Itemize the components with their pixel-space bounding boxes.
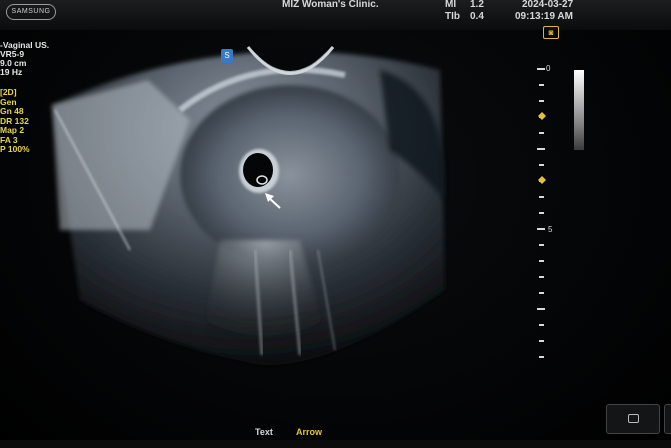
power-value: P 100% <box>0 144 30 154</box>
focus-marker[interactable] <box>538 176 546 184</box>
bottom-strip <box>0 440 671 448</box>
depth-tick <box>539 324 544 326</box>
depth-tick <box>539 196 544 198</box>
panel-button-edge[interactable] <box>664 404 671 434</box>
depth-tick <box>539 212 544 214</box>
depth-tick <box>537 308 545 310</box>
probe-parameters: -Vaginal US. VR5-9 9.0 cm 19 Hz <box>0 41 49 77</box>
depth-tick <box>539 164 544 166</box>
depth-tick <box>539 356 544 358</box>
imaging-parameters: [2D] Gen Gn 48 DR 132 Map 2 FA 3 P 100% <box>0 87 30 155</box>
depth-ticks <box>537 68 545 358</box>
ultrasound-screen: SAMSUNG MIZ Woman's Clinic. MI 1.2 TIb 0… <box>0 0 671 448</box>
depth-tick <box>539 292 544 294</box>
text-softkey[interactable]: Text <box>255 427 273 437</box>
ultrasound-image <box>52 46 446 366</box>
depth-tick <box>537 148 545 150</box>
uterus-body <box>180 85 400 265</box>
focus-marker[interactable] <box>538 112 546 120</box>
depth-tick <box>539 276 544 278</box>
depth-tick <box>539 340 544 342</box>
arrow-softkey[interactable]: Arrow <box>296 427 322 437</box>
depth-label-5: 5 <box>548 225 553 234</box>
depth-tick <box>539 100 544 102</box>
grayscale-bar <box>574 70 584 150</box>
panel-button[interactable] <box>606 404 660 434</box>
depth-tick <box>539 260 544 262</box>
depth-scale: 0 5 <box>537 64 553 358</box>
square-icon <box>628 414 639 423</box>
orientation-marker: S <box>221 49 233 63</box>
depth-label-0: 0 <box>546 64 551 73</box>
frame-rate: 19 Hz <box>0 67 23 77</box>
depth-tick <box>537 228 545 230</box>
depth-tick <box>539 132 544 134</box>
depth-tick <box>537 68 545 70</box>
depth-tick <box>539 244 544 246</box>
depth-tick <box>539 84 544 86</box>
